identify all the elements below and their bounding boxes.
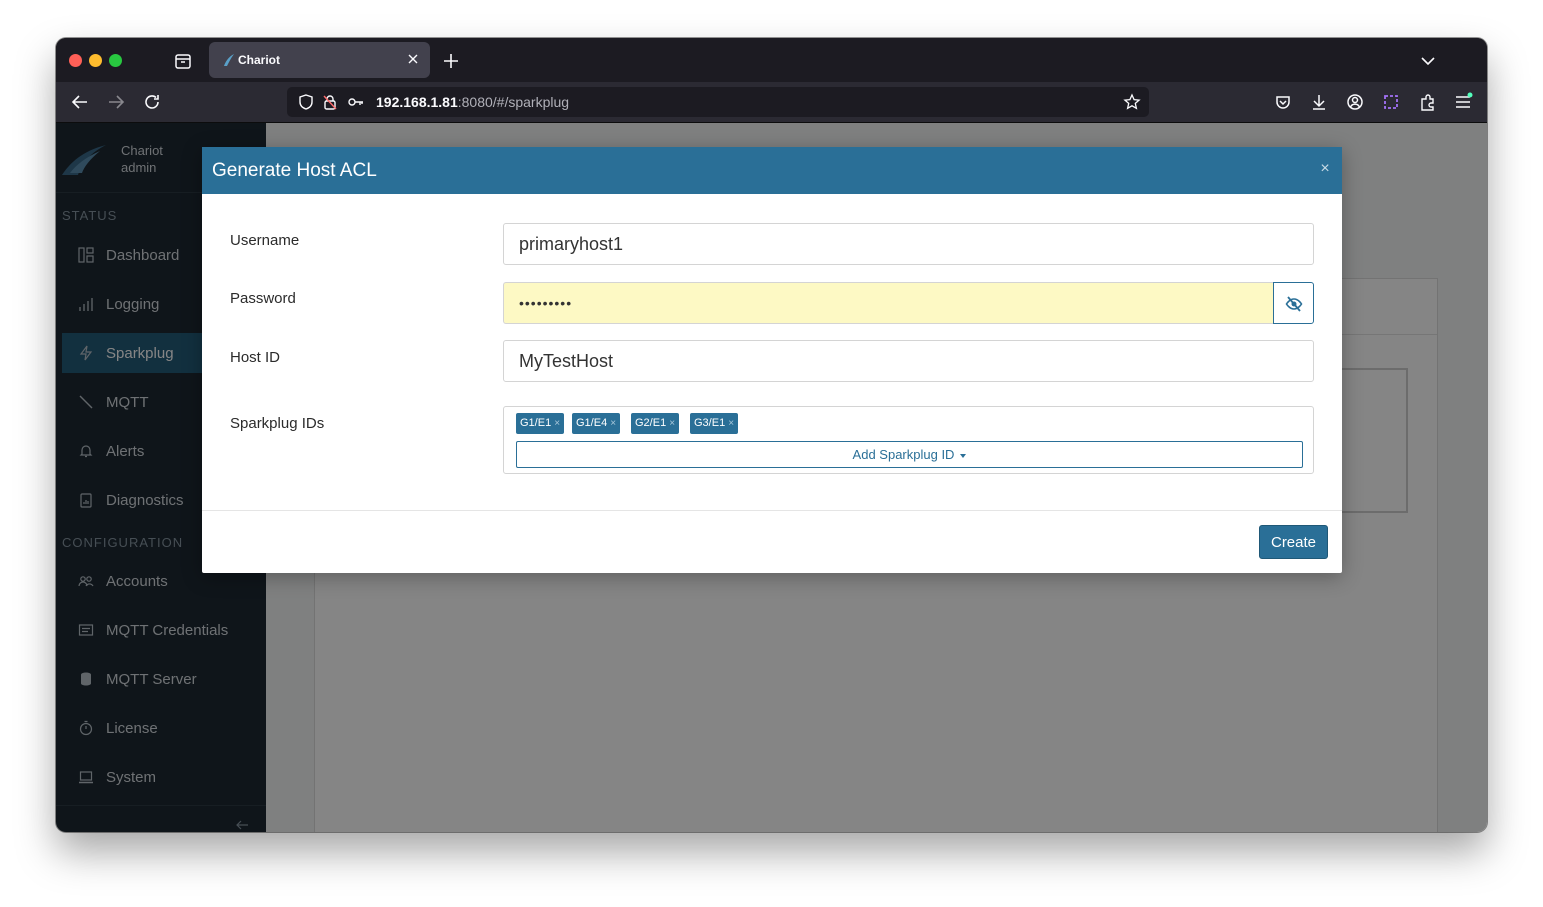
extensions-icon[interactable] — [1416, 91, 1438, 113]
minimize-window-button[interactable] — [89, 54, 102, 67]
sparkplug-id-chip: G2/E1 × — [631, 413, 680, 434]
maximize-window-button[interactable] — [109, 54, 122, 67]
sparkplug-id-chip: G1/E4 × — [572, 413, 621, 434]
url-text[interactable]: 192.168.1.81:8080/#/sparkplug — [376, 94, 569, 110]
url-path: :8080/#/sparkplug — [457, 94, 570, 110]
chip-label: G1/E4 — [576, 417, 608, 429]
password-field[interactable]: ••••••••• — [503, 282, 1274, 324]
navigation-bar: 192.168.1.81:8080/#/sparkplug — [56, 82, 1487, 123]
chevron-down-icon[interactable] — [1417, 50, 1439, 72]
bookmark-star-icon[interactable] — [1123, 93, 1141, 111]
account-icon[interactable] — [1344, 91, 1366, 113]
tab-title: Chariot — [238, 53, 280, 67]
sparkplug-id-chip: G3/E1 × — [690, 413, 739, 434]
username-label: Username — [230, 232, 300, 249]
tab-strip: Chariot — [56, 38, 1487, 82]
add-sparkplug-id-button[interactable]: Add Sparkplug ID — [516, 441, 1303, 468]
username-field[interactable]: primaryhost1 — [503, 223, 1314, 265]
shield-icon[interactable] — [297, 93, 315, 111]
new-tab-icon[interactable] — [440, 50, 462, 72]
insecure-lock-icon[interactable] — [321, 93, 339, 111]
close-icon[interactable]: × — [1316, 160, 1334, 178]
web-page: Chariot admin STATUS Dashboard Logging S… — [56, 123, 1487, 832]
close-tab-icon[interactable] — [404, 50, 422, 68]
caret-down-icon — [960, 453, 967, 458]
screenshot-extension-icon[interactable] — [1380, 91, 1402, 113]
chip-label: G1/E1 — [520, 417, 552, 429]
generate-host-acl-modal: Generate Host ACL × Username primaryhost… — [202, 147, 1342, 573]
modal-header: Generate Host ACL × — [202, 147, 1342, 194]
chip-label: G3/E1 — [694, 417, 726, 429]
host-id-field[interactable]: MyTestHost — [503, 340, 1314, 382]
key-icon[interactable] — [347, 93, 365, 111]
chariot-favicon-icon — [221, 52, 237, 68]
url-host: 192.168.1.81 — [376, 94, 458, 110]
pocket-icon[interactable] — [1272, 91, 1294, 113]
sparkplug-ids-label: Sparkplug IDs — [230, 415, 325, 432]
remove-chip-icon[interactable]: × — [728, 418, 734, 429]
menu-icon[interactable] — [1452, 91, 1474, 113]
address-bar[interactable]: 192.168.1.81:8080/#/sparkplug — [287, 87, 1149, 117]
toggle-password-visibility-button[interactable] — [1273, 282, 1314, 324]
remove-chip-icon[interactable]: × — [610, 418, 616, 429]
reload-icon[interactable] — [141, 91, 163, 113]
browser-tab[interactable]: Chariot — [209, 42, 430, 78]
add-sparkplug-id-label: Add Sparkplug ID — [852, 447, 955, 462]
download-icon[interactable] — [1308, 91, 1330, 113]
create-button[interactable]: Create — [1259, 525, 1328, 559]
back-icon[interactable] — [69, 91, 91, 113]
sparkplug-id-chip: G1/E1 × — [516, 413, 565, 434]
password-group: ••••••••• — [503, 282, 1314, 324]
remove-chip-icon[interactable]: × — [554, 418, 560, 429]
chip-label: G2/E1 — [635, 417, 667, 429]
browser-window: Chariot 192.168.1.81:8080/#/sparkplug Ch… — [56, 38, 1487, 832]
remove-chip-icon[interactable]: × — [669, 418, 675, 429]
modal-title: Generate Host ACL — [212, 160, 377, 181]
eye-slash-icon — [1285, 296, 1303, 312]
forward-icon[interactable] — [105, 91, 127, 113]
firefox-view-icon[interactable] — [172, 50, 194, 72]
modal-footer-divider — [202, 510, 1342, 511]
close-window-button[interactable] — [69, 54, 82, 67]
host-id-label: Host ID — [230, 349, 281, 366]
sparkplug-ids-field: G1/E1 × G1/E4 × G2/E1 × G3/E1 × Add Sparkplu… — [503, 406, 1314, 474]
password-label: Password — [230, 290, 296, 307]
